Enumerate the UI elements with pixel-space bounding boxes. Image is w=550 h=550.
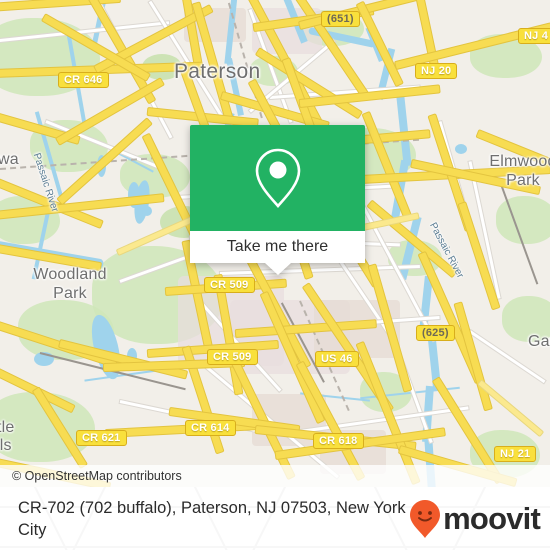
place-label-woodland-park: Woodland Park (33, 266, 107, 302)
place-label-wa: wa (0, 151, 19, 168)
moovit-wordmark: moovit (443, 500, 541, 536)
callout-footer[interactable]: Take me there (190, 231, 365, 275)
place-label-lls: lls (0, 437, 12, 454)
place-label-paterson: Paterson (174, 60, 261, 83)
location-address: CR-702 (702 buffalo), Paterson, NJ 07503… (18, 498, 406, 539)
take-me-there-label: Take me there (226, 238, 329, 255)
callout-header (190, 125, 365, 231)
moovit-logo[interactable]: moovit (409, 499, 541, 539)
callout-tail (264, 263, 291, 275)
place-label-gar: Gar (528, 333, 550, 350)
place-label-elmwood-park: Elmwood Park (489, 153, 550, 189)
place-label-tle: tle (0, 419, 15, 436)
page-footer: CR-702 (702 buffalo), Paterson, NJ 07503… (0, 487, 550, 550)
osm-attribution[interactable]: © OpenStreetMap contributors (0, 465, 550, 487)
map-pin-icon (255, 148, 300, 208)
river-label-passaic-east: Passaic River (427, 220, 466, 281)
river-label-passaic-west: Passaic River (30, 151, 61, 214)
map-screenshot: CR 646 (651) NJ 20 NJ 4 CR 509 CR 509 (6… (0, 0, 550, 550)
location-callout[interactable]: Take me there (190, 125, 365, 275)
moovit-smiley-pin-icon (410, 499, 441, 538)
